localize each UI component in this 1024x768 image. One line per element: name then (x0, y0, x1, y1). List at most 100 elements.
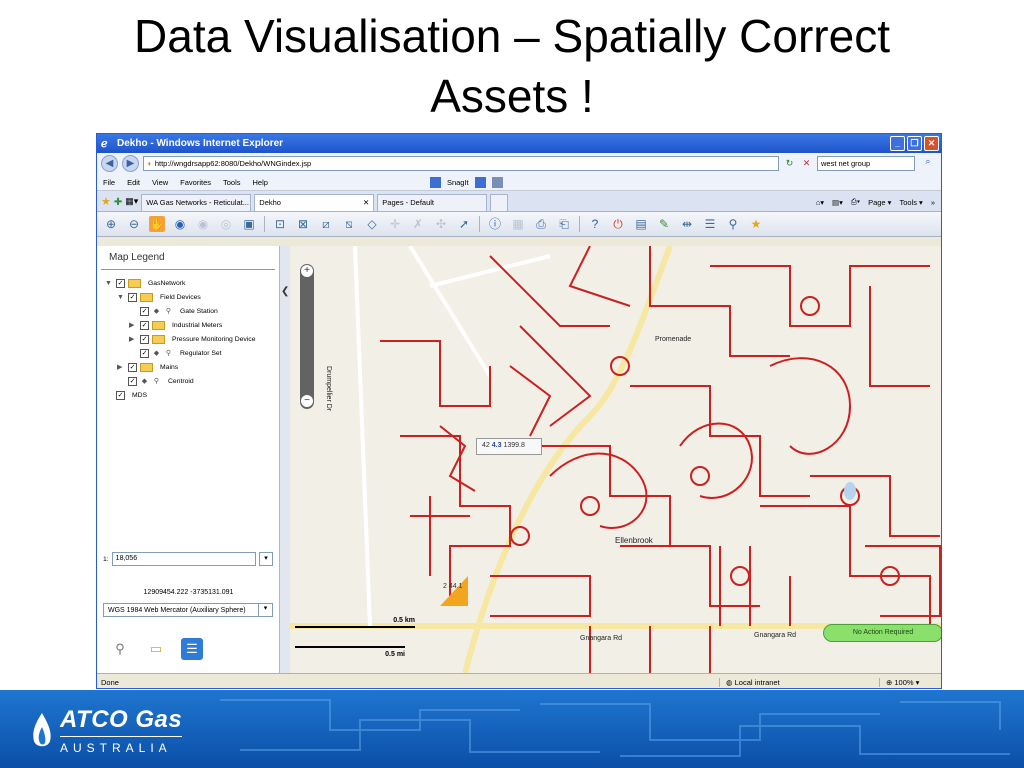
legend-row[interactable]: ▶ ✓ Industrial Meters (105, 318, 279, 332)
legend-checkbox[interactable]: ✓ (140, 306, 149, 316)
minimize-button[interactable]: _ (890, 136, 905, 151)
legend-checkbox[interactable]: ✓ (128, 292, 137, 302)
menu-help[interactable]: Help (253, 178, 268, 187)
expand-toggle-icon[interactable]: ▼ (117, 294, 125, 301)
select-line-icon[interactable]: ⧄ (318, 216, 334, 232)
print-map-icon[interactable]: ⎙ (533, 216, 549, 232)
restore-button[interactable]: ❐ (907, 136, 922, 151)
zoom-slider[interactable]: + − (300, 264, 314, 409)
select-point-icon[interactable]: ⊡ (272, 216, 288, 232)
projection-dropdown-icon[interactable]: ▾ (258, 603, 272, 617)
legend-row[interactable]: ▶ ✓ Pressure Monitoring Device (105, 332, 279, 346)
page-menu[interactable]: Page ▾ (868, 198, 891, 207)
tab-wa-gas-networks[interactable]: WA Gas Networks - Reticulat... (141, 194, 252, 211)
tab-pages-default[interactable]: Pages - Default (377, 194, 488, 211)
legend-checkbox[interactable]: ✓ (116, 390, 125, 400)
zoom-slider-plus-icon[interactable]: + (301, 265, 313, 277)
move-feature-icon[interactable]: ✣ (433, 216, 449, 232)
remove-feature-icon[interactable]: ✗ (410, 216, 426, 232)
home-icon[interactable]: ⌂▾ (816, 198, 824, 207)
table-icon[interactable]: ▦ (510, 216, 526, 232)
zoom-level[interactable]: ⊕ 100% ▾ (879, 677, 939, 687)
folder-icon[interactable]: ▭ (145, 638, 167, 660)
menu-file[interactable]: File (103, 178, 115, 187)
binoculars-icon[interactable]: ⚲ (725, 216, 741, 232)
feeds-icon[interactable]: ▤▾ (832, 198, 843, 207)
measure-icon[interactable]: ⇹ (679, 216, 695, 232)
search-icon[interactable]: ⌕ (919, 156, 937, 171)
legend-row[interactable]: ✓ MDS (105, 388, 279, 402)
legend-row[interactable]: ✓ ◆ ⚲ Gate Station (105, 304, 279, 318)
favorites-star-icon[interactable]: ★ (101, 195, 111, 211)
search-binoculars-icon[interactable]: ⚲ (109, 638, 131, 660)
legend-row[interactable]: ▶ ✓ Mains (105, 360, 279, 374)
select-polygon-icon[interactable]: ⧅ (341, 216, 357, 232)
status-pill[interactable]: No Action Required (823, 624, 941, 642)
legend-row[interactable]: ▼ ✓ GasNetwork (105, 276, 279, 290)
quick-tabs-icon[interactable]: ▦▾ (125, 196, 138, 211)
expand-toggle-icon[interactable]: ▼ (105, 280, 113, 287)
panel-splitter[interactable]: ❮ (280, 246, 290, 673)
list-icon[interactable]: ☰ (702, 216, 718, 232)
identify-icon[interactable]: ⚲ (164, 307, 173, 315)
report-icon[interactable]: ▤ (633, 216, 649, 232)
legend-row[interactable]: ▼ ✓ Field Devices (105, 290, 279, 304)
identify-icon[interactable]: ⚲ (152, 377, 161, 385)
forward-button[interactable]: ▶ (122, 155, 139, 172)
snagit-label[interactable]: SnagIt (447, 178, 469, 187)
menu-edit[interactable]: Edit (127, 178, 140, 187)
legend-row[interactable]: ✓ ◆ ⚲ Centroid (105, 374, 279, 388)
help-icon[interactable]: ? (587, 216, 603, 232)
close-button[interactable]: ✕ (924, 136, 939, 151)
bookmark-star-icon[interactable]: ★ (748, 216, 764, 232)
tab-close-icon[interactable]: ✕ (363, 198, 369, 207)
back-extent-icon[interactable]: ◉ (172, 216, 188, 232)
legend-checkbox[interactable]: ✓ (128, 362, 137, 372)
legend-checkbox[interactable]: ✓ (140, 348, 149, 358)
expand-toggle-icon[interactable]: ▶ (129, 335, 137, 343)
legend-list-icon[interactable]: ☰ (181, 638, 203, 660)
print-preview-icon[interactable]: ⎗ (556, 216, 572, 232)
legend-row[interactable]: ✓ ◆ ⚲ Regulator Set (105, 346, 279, 360)
asset-marker[interactable]: 2 44.1 (440, 576, 468, 606)
add-favorite-icon[interactable]: ✚ (114, 197, 122, 211)
identify-icon[interactable]: ⚲ (164, 349, 173, 357)
select-shape-icon[interactable]: ◇ (364, 216, 380, 232)
tab-dekho[interactable]: Dekho ✕ (254, 194, 375, 211)
search-input[interactable]: west net group (817, 156, 915, 171)
legend-checkbox[interactable]: ✓ (116, 278, 125, 288)
new-tab[interactable] (490, 194, 509, 211)
expand-toggle-icon[interactable]: ▶ (117, 363, 125, 371)
pointer-icon[interactable]: ➚ (456, 216, 472, 232)
menu-view[interactable]: View (152, 178, 168, 187)
menu-favorites[interactable]: Favorites (180, 178, 211, 187)
menu-tools[interactable]: Tools (223, 178, 241, 187)
legend-checkbox[interactable]: ✓ (128, 376, 137, 386)
chevron-icon[interactable]: » (931, 198, 935, 207)
forward-extent-icon[interactable]: ◉ (195, 216, 211, 232)
collapse-panel-icon[interactable]: ❮ (281, 286, 289, 297)
zoom-slider-minus-icon[interactable]: − (301, 395, 313, 407)
stop-icon[interactable]: ✕ (800, 157, 813, 170)
map-canvas[interactable]: + − Ellenbrook Gnangara Rd Gnangara Rd D… (290, 246, 941, 673)
scale-input[interactable]: 18,056 (111, 552, 256, 566)
power-icon[interactable]: ⏻ (610, 216, 626, 232)
refresh-icon[interactable]: ↻ (783, 157, 796, 170)
pan-hand-icon[interactable]: ✋ (149, 216, 165, 232)
print-icon[interactable]: ⎙▾ (851, 197, 860, 207)
edit-icon[interactable]: ✎ (656, 216, 672, 232)
map-layers-icon[interactable]: ▣ (241, 216, 257, 232)
snagit-capture-icon[interactable] (474, 176, 486, 188)
zoom-out-icon[interactable]: ⊖ (126, 216, 142, 232)
snagit-window-icon[interactable] (491, 176, 503, 188)
zoom-in-icon[interactable]: ⊕ (103, 216, 119, 232)
expand-toggle-icon[interactable]: ▶ (129, 321, 137, 329)
add-feature-icon[interactable]: ✛ (387, 216, 403, 232)
scale-dropdown-icon[interactable]: ▾ (259, 552, 273, 566)
legend-checkbox[interactable]: ✓ (140, 334, 149, 344)
back-button[interactable]: ◀ (101, 155, 118, 172)
legend-checkbox[interactable]: ✓ (140, 320, 149, 330)
tools-menu[interactable]: Tools ▾ (899, 198, 922, 207)
full-extent-icon[interactable]: ◎ (218, 216, 234, 232)
info-icon[interactable]: ⓘ (487, 216, 503, 232)
